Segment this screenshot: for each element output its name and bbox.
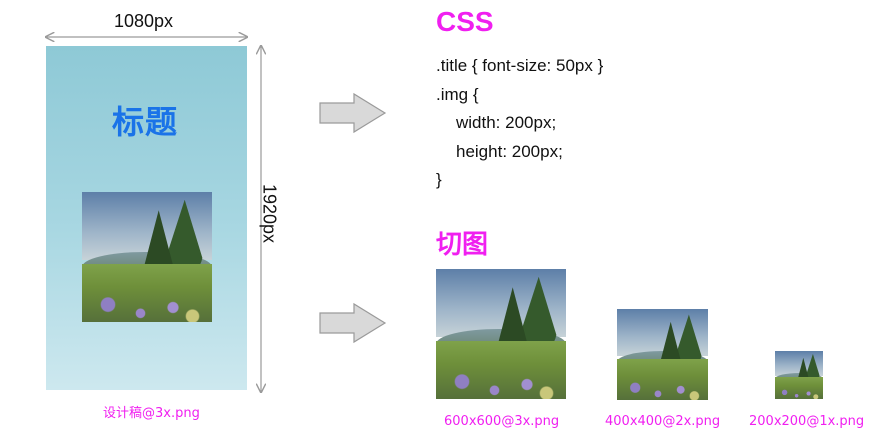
height-label: 1920px [259,183,280,244]
slice-caption-3x: 600x600@3x.png [444,414,560,429]
code-line: width: 200px; [456,113,557,132]
slice-image-2x [617,309,708,400]
slice-image-3x [436,269,566,399]
slice-image-1x [775,351,823,399]
code-line: .img { [436,84,479,104]
code-line: .title { font-size: 50px } [436,56,604,75]
mockup-title: 标题 [112,103,179,141]
slice-caption-1x: 200x200@1x.png [749,414,865,429]
arrow-right-icon [319,302,387,344]
code-line: height: 200px; [456,141,563,161]
css-heading: CSS [436,6,494,37]
css-code-block: .title { font-size: 50px } .img { width:… [436,52,603,195]
mockup-landscape-image [82,192,212,322]
slice-caption-2x: 400x400@2x.png [605,414,721,429]
arrow-right-icon [319,92,387,134]
slices-heading: 切图 [436,230,489,260]
code-line: } [436,170,442,189]
mockup-caption: 设计稿@3x.png [103,406,200,421]
width-label: 1080px [114,11,174,31]
